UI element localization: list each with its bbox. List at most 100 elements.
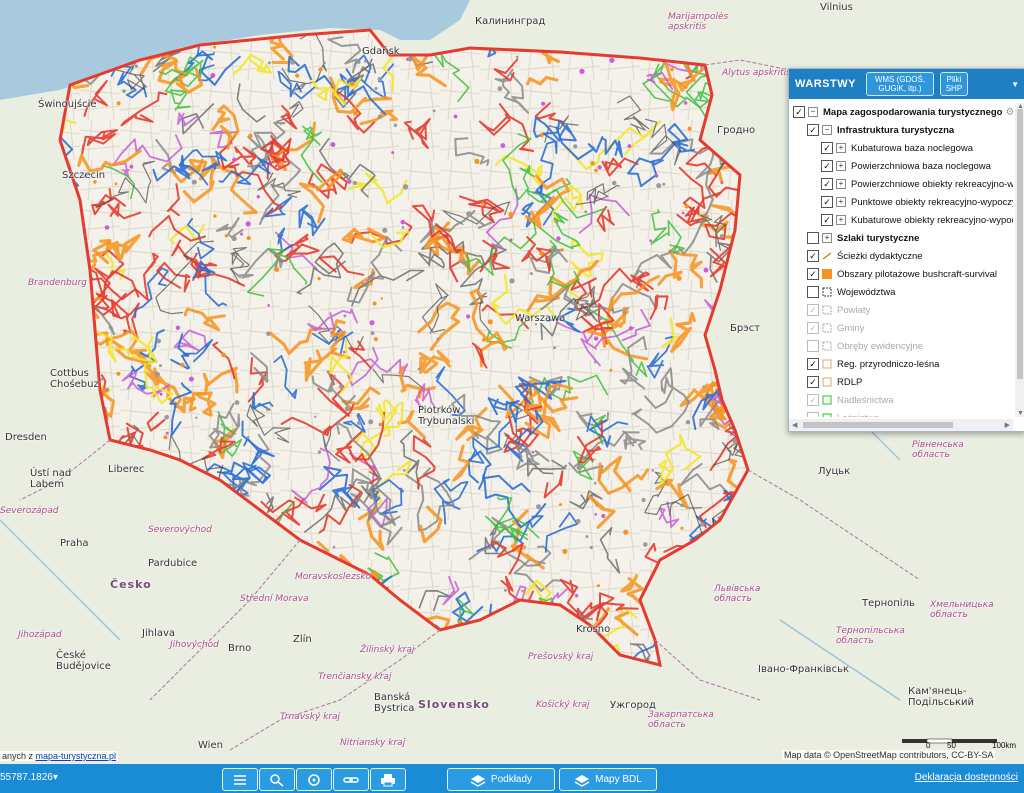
layer-checkbox[interactable] [807,232,819,244]
label-ivano: Івано-Франківськ [758,664,850,675]
layers-vertical-scroll-thumb[interactable] [1017,109,1023,379]
bdl-maps-label: Mapy BDL [595,774,642,785]
layer-checkbox[interactable]: ✓ [807,304,819,316]
layer-checkbox[interactable]: ✓ [821,178,833,190]
layer-symbol-icon [822,269,832,279]
scroll-right-icon[interactable]: ▶ [1005,421,1010,429]
label-alytus: Alytus apskritis [722,68,791,78]
layer-row[interactable]: ✓ + Powierzchniowa baza noclegowa [789,157,1013,175]
layer-checkbox[interactable]: ✓ [807,322,819,334]
layer-label: Infrastruktura turystyczna [837,124,955,136]
layer-label: Szlaki turystyczne [837,232,920,244]
coordinate-readout[interactable]: 55787.1826▾ [0,772,58,783]
expand-icon[interactable]: + [836,215,846,225]
layer-checkbox[interactable] [807,286,819,298]
layer-row[interactable]: Województwa [789,283,1013,301]
link-button[interactable] [333,768,369,791]
layer-row[interactable]: ✓ Ścieżki dydaktyczne [789,247,1013,265]
layer-row[interactable]: Obręby ewidencyjne [789,337,1013,355]
search-layers-button[interactable] [259,768,295,791]
layer-row[interactable]: + Szlaki turystyczne [789,229,1013,247]
layer-label: Województwa [837,286,896,298]
layer-checkbox[interactable]: ✓ [807,268,819,280]
layer-row[interactable]: ✓ Nadleśnictwa [789,391,1013,409]
layer-row[interactable]: ✓ − Infrastruktura turystyczna [789,121,1013,139]
collapse-tree-icon[interactable]: − [822,125,832,135]
layer-symbol-icon [822,287,832,297]
bdl-maps-button[interactable]: Mapy BDL [559,768,657,791]
layer-checkbox[interactable] [807,412,819,417]
layer-row[interactable]: ✓+ Kubaturowe obiekty rekreacyjno-wypoczy… [789,211,1013,229]
collapse-tree-icon[interactable]: − [808,107,818,117]
label-wien: Wien [198,740,223,751]
label-zakarpatska: Закарпатська область [648,710,714,730]
layer-row[interactable]: ✓ + Kubaturowa baza noclegowa [789,139,1013,157]
print-icon [381,773,395,786]
bottom-toolbar: 55787.1826▾ Podkłady Mapy BDL Deklaracja… [0,764,1024,793]
layer-label: RDLP [837,376,863,388]
list-icon [234,774,246,785]
expand-icon[interactable]: + [836,197,846,207]
layer-label: Leśnictwa [837,413,879,418]
accessibility-link[interactable]: Deklaracja dostępności [915,772,1018,783]
layer-checkbox[interactable]: ✓ [807,358,819,370]
layer-symbol-icon [822,252,832,260]
layer-checkbox[interactable]: ✓ [821,196,833,208]
locate-button[interactable] [296,768,332,791]
print-button[interactable] [370,768,406,791]
basemaps-label: Podkłady [490,774,533,785]
label-presovsky: Prešovský kraj [528,652,594,662]
layer-row[interactable]: ✓+ Powierzchniowe obiekty rekreacyjno-wyp… [789,175,1013,193]
layer-checkbox[interactable]: ✓ [821,142,833,154]
layer-row[interactable]: Leśnictwa [789,409,1013,417]
shp-files-button[interactable]: Pliki SHP [939,72,968,96]
label-brno: Brno [228,643,252,654]
label-severozapad: Severozápad [0,506,59,516]
wms-button[interactable]: WMS (GDOŚ, GUGiK, itp.) [865,72,934,96]
map-attribution: Map data © OpenStreetMap contributors, C… [782,750,996,760]
scale-label-0: 0 [926,741,931,750]
layer-checkbox[interactable]: ✓ [793,106,805,118]
layers-vertical-scrollbar[interactable]: ▲ ▼ [1015,103,1024,417]
layer-row[interactable]: ✓ Powiaty [789,301,1013,319]
expand-icon[interactable]: + [822,233,832,243]
layer-row[interactable]: ✓ RDLP [789,373,1013,391]
locate-icon [308,773,320,786]
layer-checkbox[interactable]: ✓ [807,124,819,136]
layers-horizontal-scrollbar[interactable]: ◀ ▶ [789,419,1013,431]
layers-horizontal-scroll-thumb[interactable] [803,422,953,428]
layer-checkbox[interactable] [807,340,819,352]
layer-row[interactable]: ✓ Obszary pilotażowe bushcraft-survival [789,265,1013,283]
scroll-down-icon[interactable]: ▼ [1017,410,1024,417]
legend-button[interactable] [222,768,258,791]
basemaps-button[interactable]: Podkłady [447,768,555,791]
label-lutsk: Луцьк [818,466,851,477]
search-map-icon [270,773,284,787]
label-warszawa: Warszawa [515,313,566,324]
expand-icon[interactable]: + [836,179,846,189]
link-icon [343,776,359,783]
layer-checkbox[interactable]: ✓ [821,214,833,226]
data-credit: anych z mapa-turystyczna.pl [0,751,119,761]
layer-checkbox[interactable]: ✓ [807,394,819,406]
layer-checkbox[interactable]: ✓ [807,376,819,388]
layer-row[interactable]: ✓+ Punktowe obiekty rekreacyjno-wypoczynk… [789,193,1013,211]
layers-stack-icon [470,774,486,787]
label-brest: Брэст [730,323,761,334]
layer-row[interactable]: ✓ Reg. przyrodniczo-leśna [789,355,1013,373]
gear-icon[interactable]: ⚙ [1005,107,1013,118]
layer-row[interactable]: ✓ Gminy [789,319,1013,337]
layer-row[interactable]: ✓ − Mapa zagospodarowania turystycznego ⚙ [789,103,1013,121]
scroll-left-icon[interactable]: ◀ [792,421,797,429]
expand-icon[interactable]: + [836,161,846,171]
scale-label-100: 100km [992,741,1017,750]
layer-label: Gminy [837,322,865,334]
expand-icon[interactable]: + [836,143,846,153]
label-moravskoslezsko: Moravskoslezsko [295,572,372,582]
collapse-icon[interactable]: ▼ [1011,80,1019,89]
label-khmelnytskyi: Хмельницька область [930,600,994,620]
data-credit-link[interactable]: mapa-turystyczna.pl [36,751,117,761]
layer-checkbox[interactable]: ✓ [821,160,833,172]
layer-checkbox[interactable]: ✓ [807,250,819,262]
label-kamianets: Кам'янець-Подільський [908,686,975,708]
